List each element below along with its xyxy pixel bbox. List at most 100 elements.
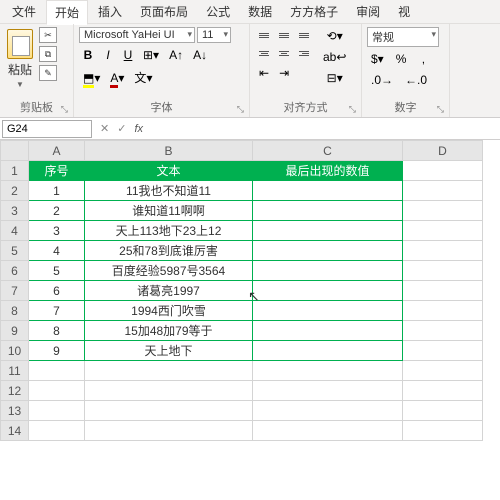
percent-button[interactable]: %: [392, 50, 411, 68]
cell[interactable]: [403, 341, 483, 361]
cell[interactable]: [253, 201, 403, 221]
name-box[interactable]: [2, 120, 92, 138]
cell[interactable]: [403, 361, 483, 381]
italic-button[interactable]: I: [99, 46, 117, 64]
cell[interactable]: 天上113地下23上12: [85, 221, 253, 241]
cell[interactable]: 文本: [85, 161, 253, 181]
increase-decimal-button[interactable]: .0→: [367, 71, 397, 89]
cell[interactable]: [253, 421, 403, 441]
row-header[interactable]: 6: [1, 261, 29, 281]
cell[interactable]: 序号: [29, 161, 85, 181]
cell[interactable]: 3: [29, 221, 85, 241]
enter-icon[interactable]: ✓: [117, 122, 126, 135]
fx-icon[interactable]: fx: [134, 123, 143, 135]
row-header[interactable]: 9: [1, 321, 29, 341]
menu-review[interactable]: 审阅: [348, 0, 388, 23]
cell[interactable]: 6: [29, 281, 85, 301]
align-top-button[interactable]: [255, 27, 273, 43]
cell[interactable]: 8: [29, 321, 85, 341]
cell[interactable]: [253, 321, 403, 341]
cell[interactable]: [29, 381, 85, 401]
cell[interactable]: 最后出现的数值: [253, 161, 403, 181]
cell[interactable]: [403, 321, 483, 341]
cell[interactable]: [403, 161, 483, 181]
cell[interactable]: 1: [29, 181, 85, 201]
cell[interactable]: [85, 421, 253, 441]
row-header[interactable]: 12: [1, 381, 29, 401]
copy-button[interactable]: ⧉: [39, 46, 57, 62]
col-header-c[interactable]: C: [253, 141, 403, 161]
cell[interactable]: [403, 261, 483, 281]
row-header[interactable]: 7: [1, 281, 29, 301]
merge-button[interactable]: ⊟▾: [319, 69, 350, 87]
cell[interactable]: [253, 401, 403, 421]
col-header-b[interactable]: B: [85, 141, 253, 161]
menu-grid[interactable]: 方方格子: [282, 0, 346, 23]
dialog-launcher-icon[interactable]: ⤡: [237, 104, 244, 115]
cell[interactable]: 2: [29, 201, 85, 221]
underline-button[interactable]: U: [119, 46, 137, 64]
number-format-dropdown[interactable]: 常规: [367, 27, 439, 47]
cell[interactable]: 5: [29, 261, 85, 281]
menu-formula[interactable]: 公式: [198, 0, 238, 23]
row-header[interactable]: 1: [1, 161, 29, 181]
decrease-indent-button[interactable]: ⇤: [255, 64, 273, 82]
worksheet[interactable]: A B C D 1 序号 文本 最后出现的数值 2111我也不知道11 32谁知…: [0, 140, 500, 500]
cell[interactable]: 15加48加79等于: [85, 321, 253, 341]
cell[interactable]: [403, 281, 483, 301]
row-header[interactable]: 5: [1, 241, 29, 261]
cell[interactable]: [253, 361, 403, 381]
increase-indent-button[interactable]: ⇥: [275, 64, 293, 82]
cell[interactable]: [29, 361, 85, 381]
menu-home[interactable]: 开始: [46, 0, 88, 25]
phonetic-button[interactable]: 文▾: [130, 67, 156, 88]
cell[interactable]: [253, 301, 403, 321]
align-middle-button[interactable]: [275, 27, 293, 43]
format-painter-button[interactable]: ✎: [39, 65, 57, 81]
increase-font-button[interactable]: A↑: [165, 46, 187, 64]
cell[interactable]: 天上地下: [85, 341, 253, 361]
cell[interactable]: 25和78到底谁厉害: [85, 241, 253, 261]
row-header[interactable]: 14: [1, 421, 29, 441]
cell[interactable]: [253, 241, 403, 261]
currency-button[interactable]: $▾: [367, 50, 388, 68]
decrease-decimal-button[interactable]: ←.0: [401, 71, 431, 89]
row-header[interactable]: 2: [1, 181, 29, 201]
cell[interactable]: [253, 221, 403, 241]
cell[interactable]: [403, 381, 483, 401]
decrease-font-button[interactable]: A↓: [189, 46, 211, 64]
cell[interactable]: 4: [29, 241, 85, 261]
cell[interactable]: [403, 401, 483, 421]
menu-file[interactable]: 文件: [4, 0, 44, 23]
cell[interactable]: 9: [29, 341, 85, 361]
dialog-launcher-icon[interactable]: ⤡: [437, 104, 444, 115]
cell[interactable]: [403, 181, 483, 201]
font-size-dropdown[interactable]: 11: [197, 27, 231, 43]
cell[interactable]: [85, 381, 253, 401]
cell[interactable]: [253, 281, 403, 301]
cell[interactable]: 百度经验5987号3564: [85, 261, 253, 281]
bold-button[interactable]: B: [79, 46, 97, 64]
align-right-button[interactable]: [295, 45, 313, 61]
align-center-button[interactable]: [275, 45, 293, 61]
orientation-button[interactable]: ⟲▾: [319, 27, 350, 45]
cell[interactable]: [253, 341, 403, 361]
dialog-launcher-icon[interactable]: ⤡: [349, 104, 356, 115]
cell[interactable]: [403, 301, 483, 321]
cancel-icon[interactable]: ✕: [100, 122, 109, 135]
fill-color-button[interactable]: ⬒▾: [79, 69, 104, 87]
font-name-dropdown[interactable]: Microsoft YaHei UI: [79, 27, 195, 43]
dialog-launcher-icon[interactable]: ⤡: [61, 104, 68, 115]
cell[interactable]: [253, 381, 403, 401]
cell[interactable]: 谁知道11啊啊: [85, 201, 253, 221]
col-header-d[interactable]: D: [403, 141, 483, 161]
cell[interactable]: [403, 241, 483, 261]
select-all-corner[interactable]: [1, 141, 29, 161]
align-left-button[interactable]: [255, 45, 273, 61]
col-header-a[interactable]: A: [29, 141, 85, 161]
paste-button[interactable]: 粘贴 ▼: [5, 27, 35, 91]
row-header[interactable]: 10: [1, 341, 29, 361]
cell[interactable]: [29, 421, 85, 441]
menu-layout[interactable]: 页面布局: [132, 0, 196, 23]
cell[interactable]: [403, 221, 483, 241]
